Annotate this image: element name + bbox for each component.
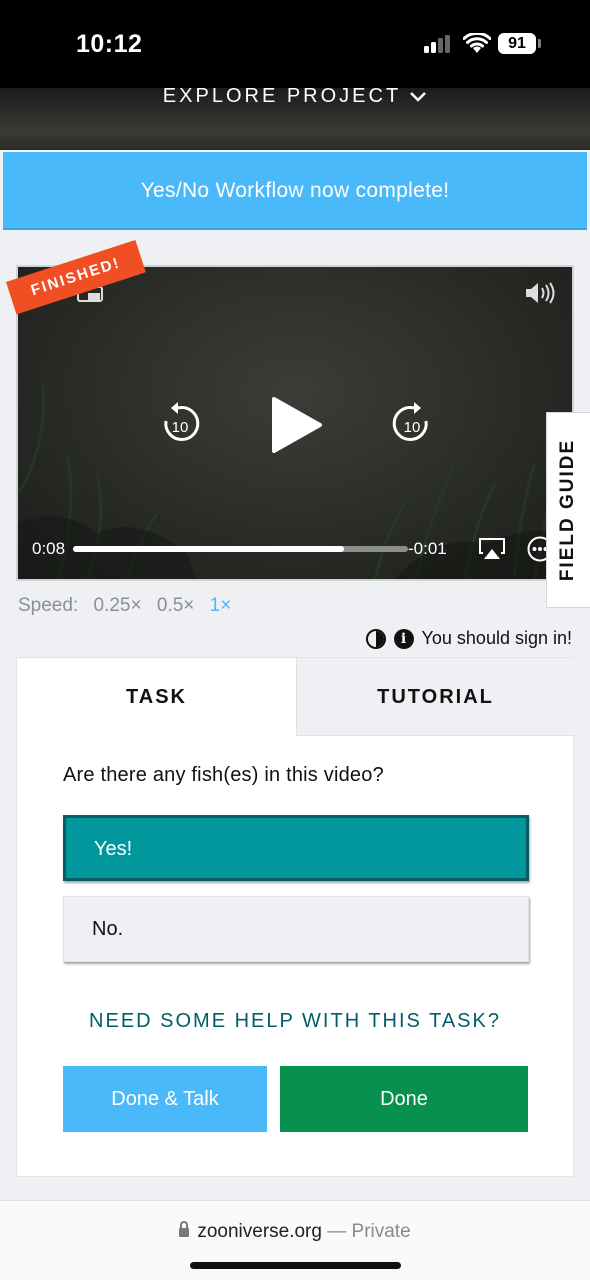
explore-project-label: EXPLORE PROJECT	[162, 85, 402, 107]
video-scrubber[interactable]	[73, 546, 408, 552]
sign-in-notice: i You should sign in!	[365, 628, 572, 649]
speed-option-025[interactable]: 0.25×	[94, 595, 142, 616]
remaining-time: -0:01	[408, 539, 447, 558]
current-time: 0:08	[32, 539, 66, 558]
url-separator: —	[327, 1221, 347, 1242]
speed-option-1[interactable]: 1×	[210, 595, 232, 616]
field-guide-tab[interactable]: FIELD GUIDE	[546, 412, 590, 608]
skip-back-10-icon[interactable]: 10	[158, 401, 202, 447]
video-progress-fill	[73, 546, 345, 552]
skip-forward-label: 10	[404, 419, 421, 436]
sign-in-text[interactable]: You should sign in!	[422, 628, 572, 649]
tab-tutorial[interactable]: TUTORIAL	[296, 658, 574, 736]
contrast-icon[interactable]	[365, 628, 386, 649]
tab-task[interactable]: TASK	[17, 658, 296, 736]
playback-speed: Speed: 0.25× 0.5× 1×	[18, 595, 231, 617]
status-time: 10:12	[76, 30, 143, 58]
done-and-talk-button[interactable]: Done & Talk	[63, 1066, 267, 1132]
skip-back-label: 10	[172, 419, 189, 436]
workflow-complete-banner: Yes/No Workflow now complete!	[3, 152, 587, 230]
private-mode-label: Private	[351, 1221, 411, 1242]
speed-option-05[interactable]: 0.5×	[157, 595, 195, 616]
status-bar: 10:12 91	[0, 0, 590, 88]
home-indicator[interactable]	[190, 1262, 401, 1269]
browser-address-bar[interactable]: zooniverse.org — Private	[0, 1200, 590, 1280]
battery-tip	[538, 39, 541, 48]
cellular-signal-icon	[424, 35, 454, 53]
chevron-down-icon	[410, 91, 427, 102]
task-panel: TASK TUTORIAL Are there any fish(es) in …	[16, 657, 574, 1177]
volume-icon[interactable]	[524, 281, 558, 305]
explore-project-menu[interactable]: EXPLORE PROJECT	[0, 85, 590, 107]
task-help-link[interactable]: NEED SOME HELP WITH THIS TASK?	[17, 1010, 573, 1033]
answer-yes-button[interactable]: Yes!	[63, 815, 529, 881]
lock-icon	[179, 1221, 190, 1237]
speed-label: Speed:	[18, 595, 79, 616]
answer-no-button[interactable]: No.	[63, 896, 529, 962]
airplay-icon[interactable]	[478, 537, 506, 561]
task-question: Are there any fish(es) in this video?	[63, 764, 384, 786]
play-icon[interactable]	[268, 395, 324, 455]
project-header: EXPLORE PROJECT	[0, 85, 590, 150]
done-button[interactable]: Done	[280, 1066, 528, 1132]
info-icon[interactable]: i	[393, 628, 414, 649]
wifi-icon	[463, 33, 491, 53]
skip-forward-10-icon[interactable]: 10	[390, 401, 434, 447]
video-player[interactable]: 10 10 0:08 -0:01	[16, 265, 574, 581]
field-guide-label: FIELD GUIDE	[557, 438, 579, 582]
url-display[interactable]: zooniverse.org — Private	[0, 1221, 590, 1243]
battery-icon: 91	[498, 33, 536, 54]
url-domain: zooniverse.org	[197, 1221, 322, 1242]
